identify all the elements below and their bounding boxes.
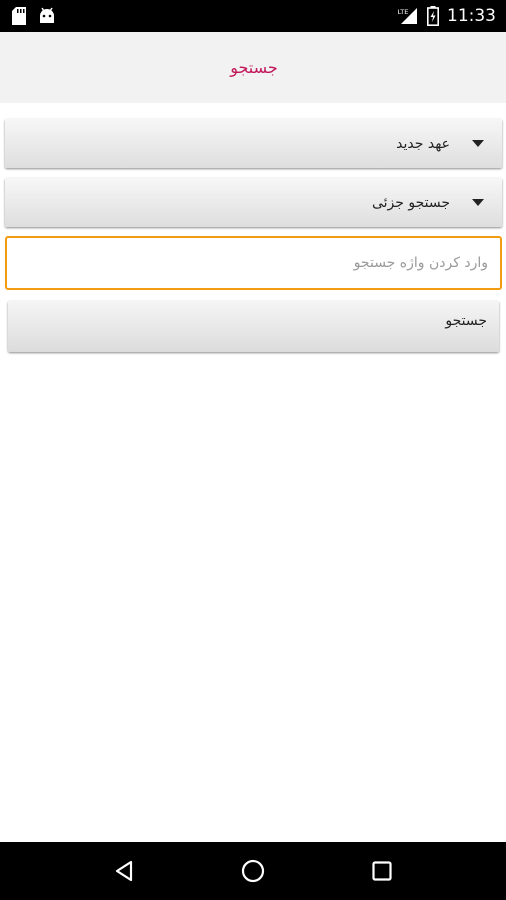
recents-icon[interactable] (362, 851, 402, 891)
search-type-select-value: جستجو جزئی (371, 194, 450, 211)
testament-select[interactable]: عهد جدید (5, 119, 502, 168)
status-left (12, 7, 56, 25)
status-right: LTE 11:33 (397, 6, 496, 26)
dropdown-arrow-icon (472, 199, 484, 206)
network-type-label: LTE (398, 8, 409, 16)
search-button[interactable]: جستجو (8, 301, 499, 352)
android-icon (38, 7, 56, 25)
status-bar: LTE 11:33 (0, 0, 506, 32)
dropdown-arrow-icon (472, 140, 484, 147)
search-type-select[interactable]: جستجو جزئی (5, 178, 502, 227)
sd-card-icon (12, 7, 26, 25)
clock: 11:33 (447, 6, 496, 26)
home-icon[interactable] (233, 851, 273, 891)
battery-icon (427, 6, 439, 26)
signal-icon: LTE (397, 7, 419, 25)
back-icon[interactable] (104, 851, 144, 891)
navigation-bar (0, 842, 506, 900)
testament-select-value: عهد جدید (396, 135, 450, 152)
search-input[interactable] (5, 236, 502, 290)
title-bar: جستجو (0, 32, 506, 103)
page-title: جستجو (230, 58, 278, 77)
